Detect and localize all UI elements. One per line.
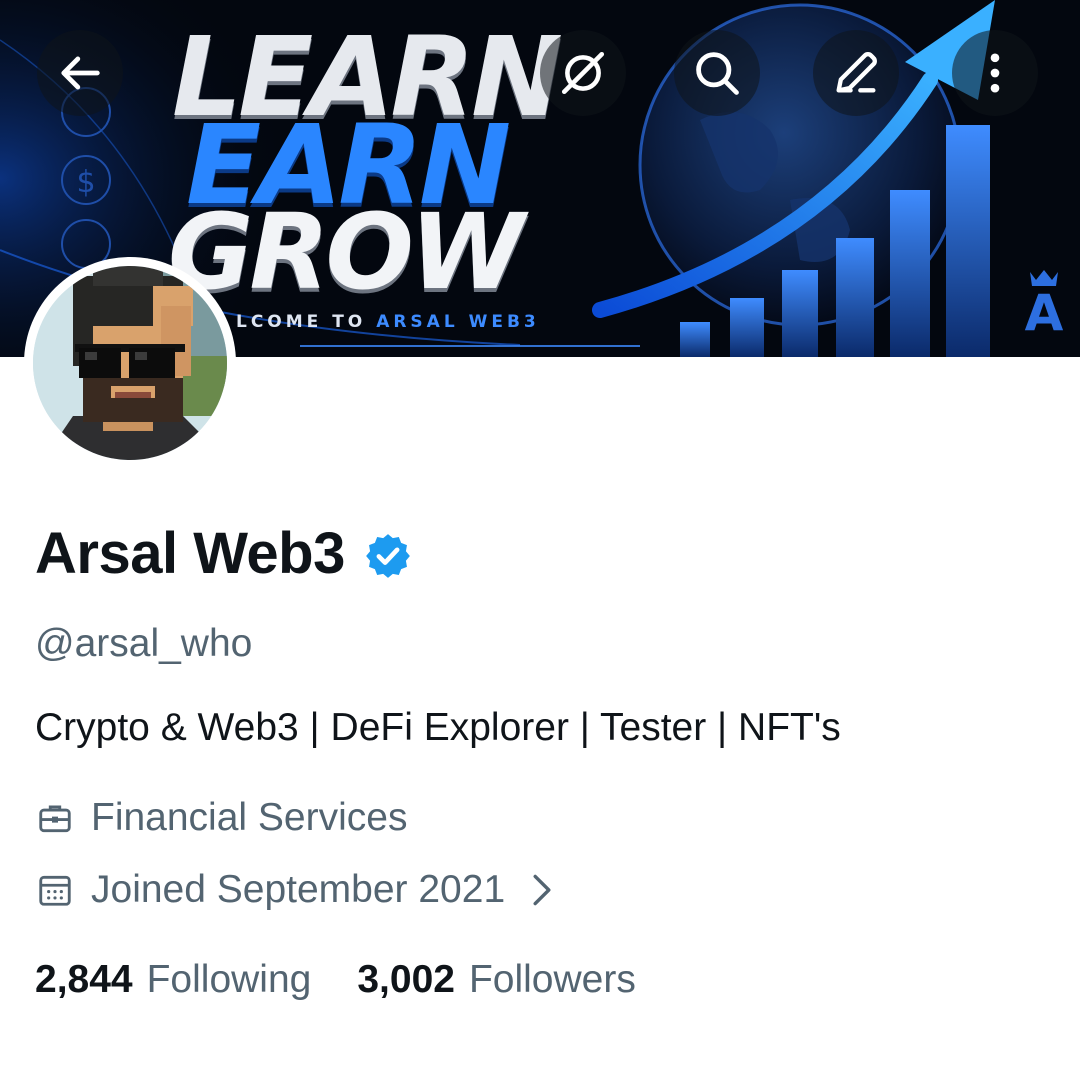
briefcase-icon xyxy=(35,798,75,838)
grok-icon xyxy=(561,51,605,95)
profile-avatar[interactable] xyxy=(24,257,236,469)
profile-bio: Crypto & Web3 | DeFi Explorer | Tester |… xyxy=(35,706,841,749)
profile-joined[interactable]: Joined September 2021 xyxy=(35,868,553,912)
profile-category-text: Financial Services xyxy=(91,796,408,839)
profile-handle: @arsal_who xyxy=(35,622,253,665)
pencil-icon xyxy=(836,52,877,93)
compose-button[interactable] xyxy=(813,30,899,116)
banner-tagline-prefix: LCOME TO xyxy=(236,312,367,332)
svg-text:$: $ xyxy=(76,165,95,200)
following-label: Following xyxy=(146,958,312,1001)
svg-text:A: A xyxy=(1025,284,1064,342)
calendar-icon xyxy=(35,870,75,910)
profile-name: Arsal Web3 xyxy=(35,521,345,586)
search-icon xyxy=(696,52,739,95)
avatar-image xyxy=(33,266,227,460)
pixel-portrait-illustration xyxy=(33,266,227,460)
banner-grow-text: GROW xyxy=(168,191,525,313)
profile-stats: 2,844 Following 3,002 Followers xyxy=(35,958,636,1002)
arrow-left-icon xyxy=(61,56,100,90)
profile-category: Financial Services xyxy=(35,796,407,840)
followers-count: 3,002 xyxy=(357,958,455,1001)
banner-tagline-highlight: ARSAL WEB3 xyxy=(376,312,540,332)
more-vertical-icon xyxy=(990,53,1000,93)
profile-joined-text: Joined September 2021 xyxy=(91,868,506,911)
grok-button[interactable] xyxy=(540,30,626,116)
banner-tagline: LCOME TO ARSAL WEB3 xyxy=(236,312,540,332)
more-options-button[interactable] xyxy=(952,30,1038,116)
followers-label: Followers xyxy=(468,958,636,1001)
chevron-right-icon xyxy=(533,874,551,906)
profile-name-row: Arsal Web3 xyxy=(35,520,413,587)
following-count: 2,844 xyxy=(35,958,133,1001)
following-link[interactable]: 2,844 Following xyxy=(35,958,311,1002)
search-button[interactable] xyxy=(674,30,760,116)
followers-link[interactable]: 3,002 Followers xyxy=(357,958,635,1002)
verified-badge-icon[interactable] xyxy=(363,531,413,581)
back-button[interactable] xyxy=(37,30,123,116)
